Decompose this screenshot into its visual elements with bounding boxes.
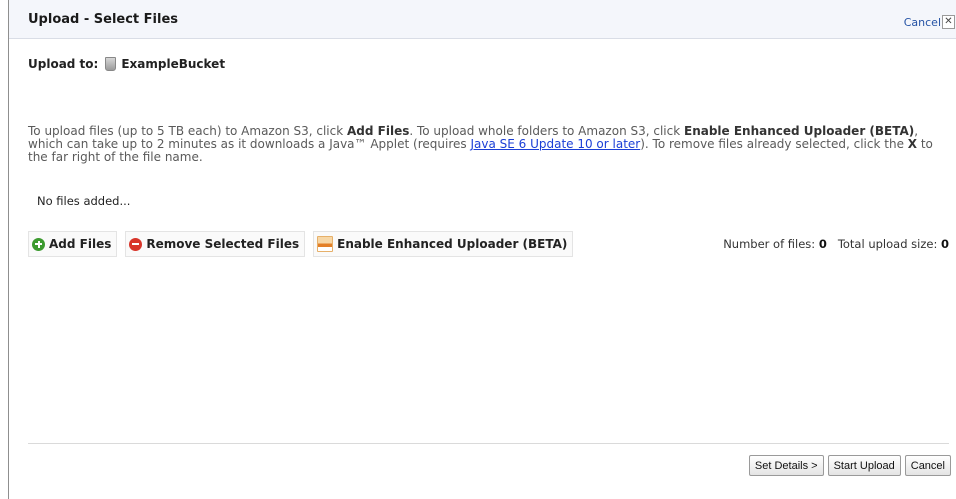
upload-stats: Number of files: 0 Total upload size: 0 bbox=[723, 237, 949, 251]
bucket-icon bbox=[105, 57, 117, 71]
cancel-button[interactable]: Cancel bbox=[904, 455, 951, 476]
close-icon[interactable]: ✕ bbox=[942, 15, 955, 29]
add-files-button[interactable]: Add Files bbox=[28, 231, 118, 257]
instructions-bold: Add Files bbox=[347, 124, 410, 138]
instructions-text: To upload files (up to 5 TB each) to Ama… bbox=[28, 124, 347, 138]
upload-dialog: Upload - Select Files Cancel ✕ Upload to… bbox=[8, 0, 956, 499]
instructions-text: ). To remove files already selected, cli… bbox=[640, 137, 908, 151]
file-count-value: 0 bbox=[818, 237, 827, 251]
add-circle-icon bbox=[32, 237, 45, 251]
instructions-bold: Enable Enhanced Uploader (BETA) bbox=[684, 124, 915, 138]
add-files-label: Add Files bbox=[49, 237, 112, 251]
dialog-footer: Set Details > Start Upload Cancel bbox=[748, 455, 951, 476]
start-upload-button[interactable]: Start Upload bbox=[827, 455, 901, 476]
upload-size-value: 0 bbox=[940, 237, 949, 251]
upload-instructions: To upload files (up to 5 TB each) to Ama… bbox=[28, 125, 948, 164]
file-count-label: Number of files: bbox=[723, 237, 816, 251]
upload-to-label: Upload to: bbox=[28, 57, 99, 71]
java-requirement-link[interactable]: Java SE 6 Update 10 or later bbox=[470, 137, 640, 151]
bucket-name: ExampleBucket bbox=[121, 57, 226, 71]
java-icon bbox=[317, 236, 334, 252]
instructions-text: . To upload whole folders to Amazon S3, … bbox=[409, 124, 684, 138]
remove-circle-icon bbox=[129, 237, 143, 251]
remove-selected-label: Remove Selected Files bbox=[146, 237, 300, 251]
remove-selected-files-button[interactable]: Remove Selected Files bbox=[125, 231, 306, 257]
cancel-link[interactable]: Cancel bbox=[904, 16, 941, 29]
upload-destination: Upload to: ExampleBucket bbox=[28, 57, 225, 71]
footer-divider bbox=[28, 443, 949, 444]
set-details-button[interactable]: Set Details > bbox=[748, 455, 824, 476]
enable-enhanced-uploader-button[interactable]: Enable Enhanced Uploader (BETA) bbox=[313, 231, 574, 257]
enhanced-uploader-label: Enable Enhanced Uploader (BETA) bbox=[337, 237, 568, 251]
upload-size-label: Total upload size: bbox=[837, 237, 938, 251]
file-toolbar: Add Files Remove Selected Files Enable E… bbox=[28, 231, 574, 257]
dialog-title: Upload - Select Files bbox=[28, 12, 179, 27]
file-list-empty: No files added... bbox=[37, 194, 131, 208]
instructions-bold: X bbox=[907, 137, 918, 151]
dialog-titlebar: Upload - Select Files Cancel ✕ bbox=[9, 0, 956, 39]
